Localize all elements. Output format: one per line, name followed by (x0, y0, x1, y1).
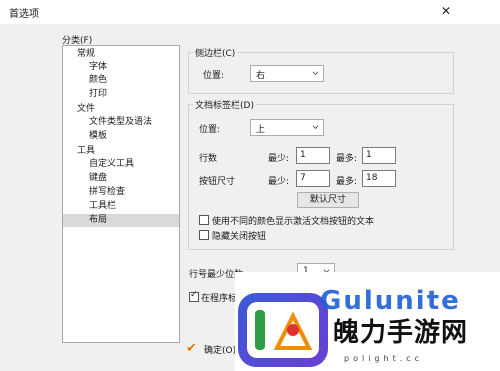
btn-max-input[interactable]: 18 (362, 170, 396, 187)
tree-item-templates[interactable]: 模板 (89, 130, 107, 143)
btn-min-label: 最少: (268, 177, 290, 187)
rows-min-input[interactable]: 1 (296, 147, 330, 164)
default-size-button[interactable]: 默认尺寸 (297, 192, 359, 208)
tree-item-keyboard[interactable]: 键盘 (89, 172, 107, 185)
tree-item-custom-tools[interactable]: 自定义工具 (89, 158, 134, 171)
sidebar-group-legend: 侧边栏(C) (193, 46, 238, 59)
chevron-down-icon (312, 125, 319, 129)
rows-label: 行数 (199, 154, 218, 164)
hide-close-checkbox[interactable] (199, 230, 209, 240)
tree-item-tools[interactable]: 工具 (77, 145, 95, 158)
tree-item-color[interactable]: 颜色 (89, 74, 107, 87)
tree-item-file[interactable]: 文件 (77, 103, 95, 116)
window-title: 首选项 (9, 9, 39, 20)
watermark-sub-text: polight.cc (344, 354, 424, 363)
btn-min-input[interactable]: 7 (296, 170, 330, 187)
tree-item-font[interactable]: 字体 (89, 61, 107, 74)
program-option-label: 在程序标 (201, 294, 238, 304)
tree-item-toolbar[interactable]: 工具栏 (89, 200, 116, 213)
tabs-position-select[interactable]: 上 (250, 119, 324, 136)
tabs-position-value: 上 (256, 125, 266, 135)
category-tree[interactable]: 常规 字体 颜色 打印 文件 文件类型及语法 模板 工具 自定义工具 键盘 拼写… (62, 45, 180, 343)
color-text-label: 使用不同的颜色显示激活文档按钮的文本 (212, 217, 375, 227)
tree-item-general[interactable]: 常规 (77, 48, 95, 61)
watermark-logo-inner (247, 302, 319, 358)
hide-close-label: 隐藏关闭按钮 (212, 232, 267, 242)
ok-button[interactable]: 确定(O) (204, 343, 236, 356)
tree-item-layout[interactable]: 布局 (63, 214, 179, 227)
sidebar-position-value: 右 (256, 71, 266, 81)
sidebar-position-select[interactable]: 右 (250, 65, 324, 82)
color-text-checkbox[interactable] (199, 215, 209, 225)
rows-min-label: 最少: (268, 154, 290, 164)
title-bar: 首选项 (0, 0, 500, 24)
tree-item-spellcheck[interactable]: 拼写检查 (89, 186, 125, 199)
rows-max-label: 最多: (336, 154, 358, 164)
close-icon[interactable] (438, 2, 454, 20)
button-size-label: 按钮尺寸 (199, 177, 236, 187)
doc-tabs-legend: 文档标签栏(D) (193, 98, 256, 111)
tabs-position-label: 位置: (199, 125, 221, 135)
watermark-logo (238, 293, 328, 367)
program-option-checkbox[interactable] (189, 290, 199, 302)
chevron-down-icon (312, 71, 319, 75)
watermark-main-text: 魄力手游网 (333, 318, 469, 348)
tree-item-print[interactable]: 打印 (89, 88, 107, 101)
ok-check-icon: ✔ (186, 341, 197, 356)
sidebar-position-label: 位置: (203, 71, 225, 81)
rows-max-input[interactable]: 1 (362, 147, 396, 164)
tree-item-file-types[interactable]: 文件类型及语法 (89, 116, 152, 129)
leaf-icon (255, 310, 313, 350)
btn-max-label: 最多: (336, 177, 358, 187)
